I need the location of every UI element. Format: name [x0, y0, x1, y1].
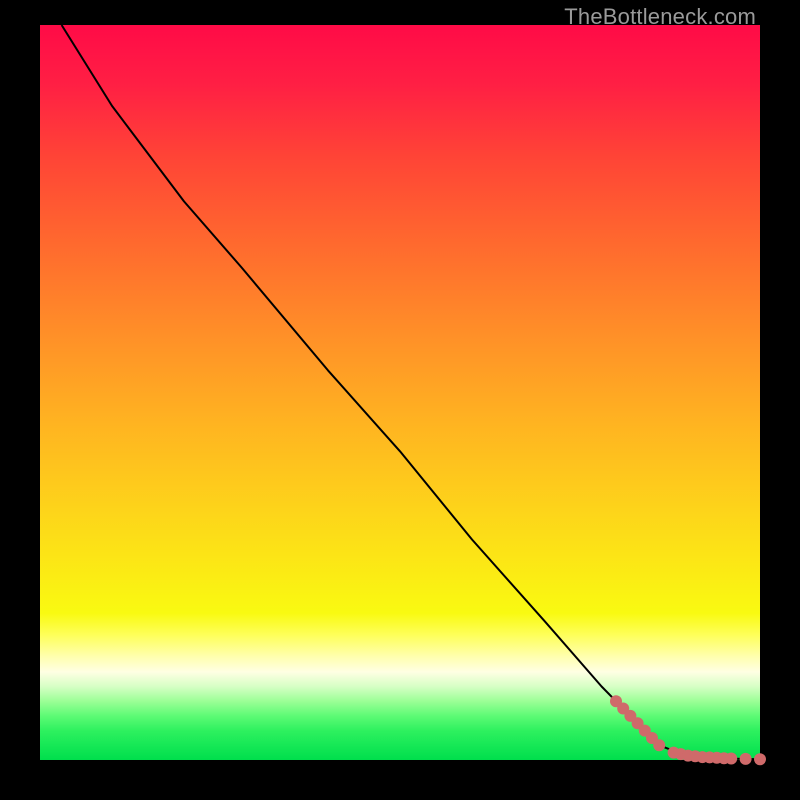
scatter-dot	[754, 753, 766, 765]
scatter-dot	[653, 739, 665, 751]
chart-stage: TheBottleneck.com	[0, 0, 800, 800]
chart-scatter-group	[610, 695, 766, 765]
chart-curve	[62, 25, 760, 759]
chart-overlay	[40, 25, 760, 760]
scatter-dot	[725, 753, 737, 765]
scatter-dot	[740, 753, 752, 765]
